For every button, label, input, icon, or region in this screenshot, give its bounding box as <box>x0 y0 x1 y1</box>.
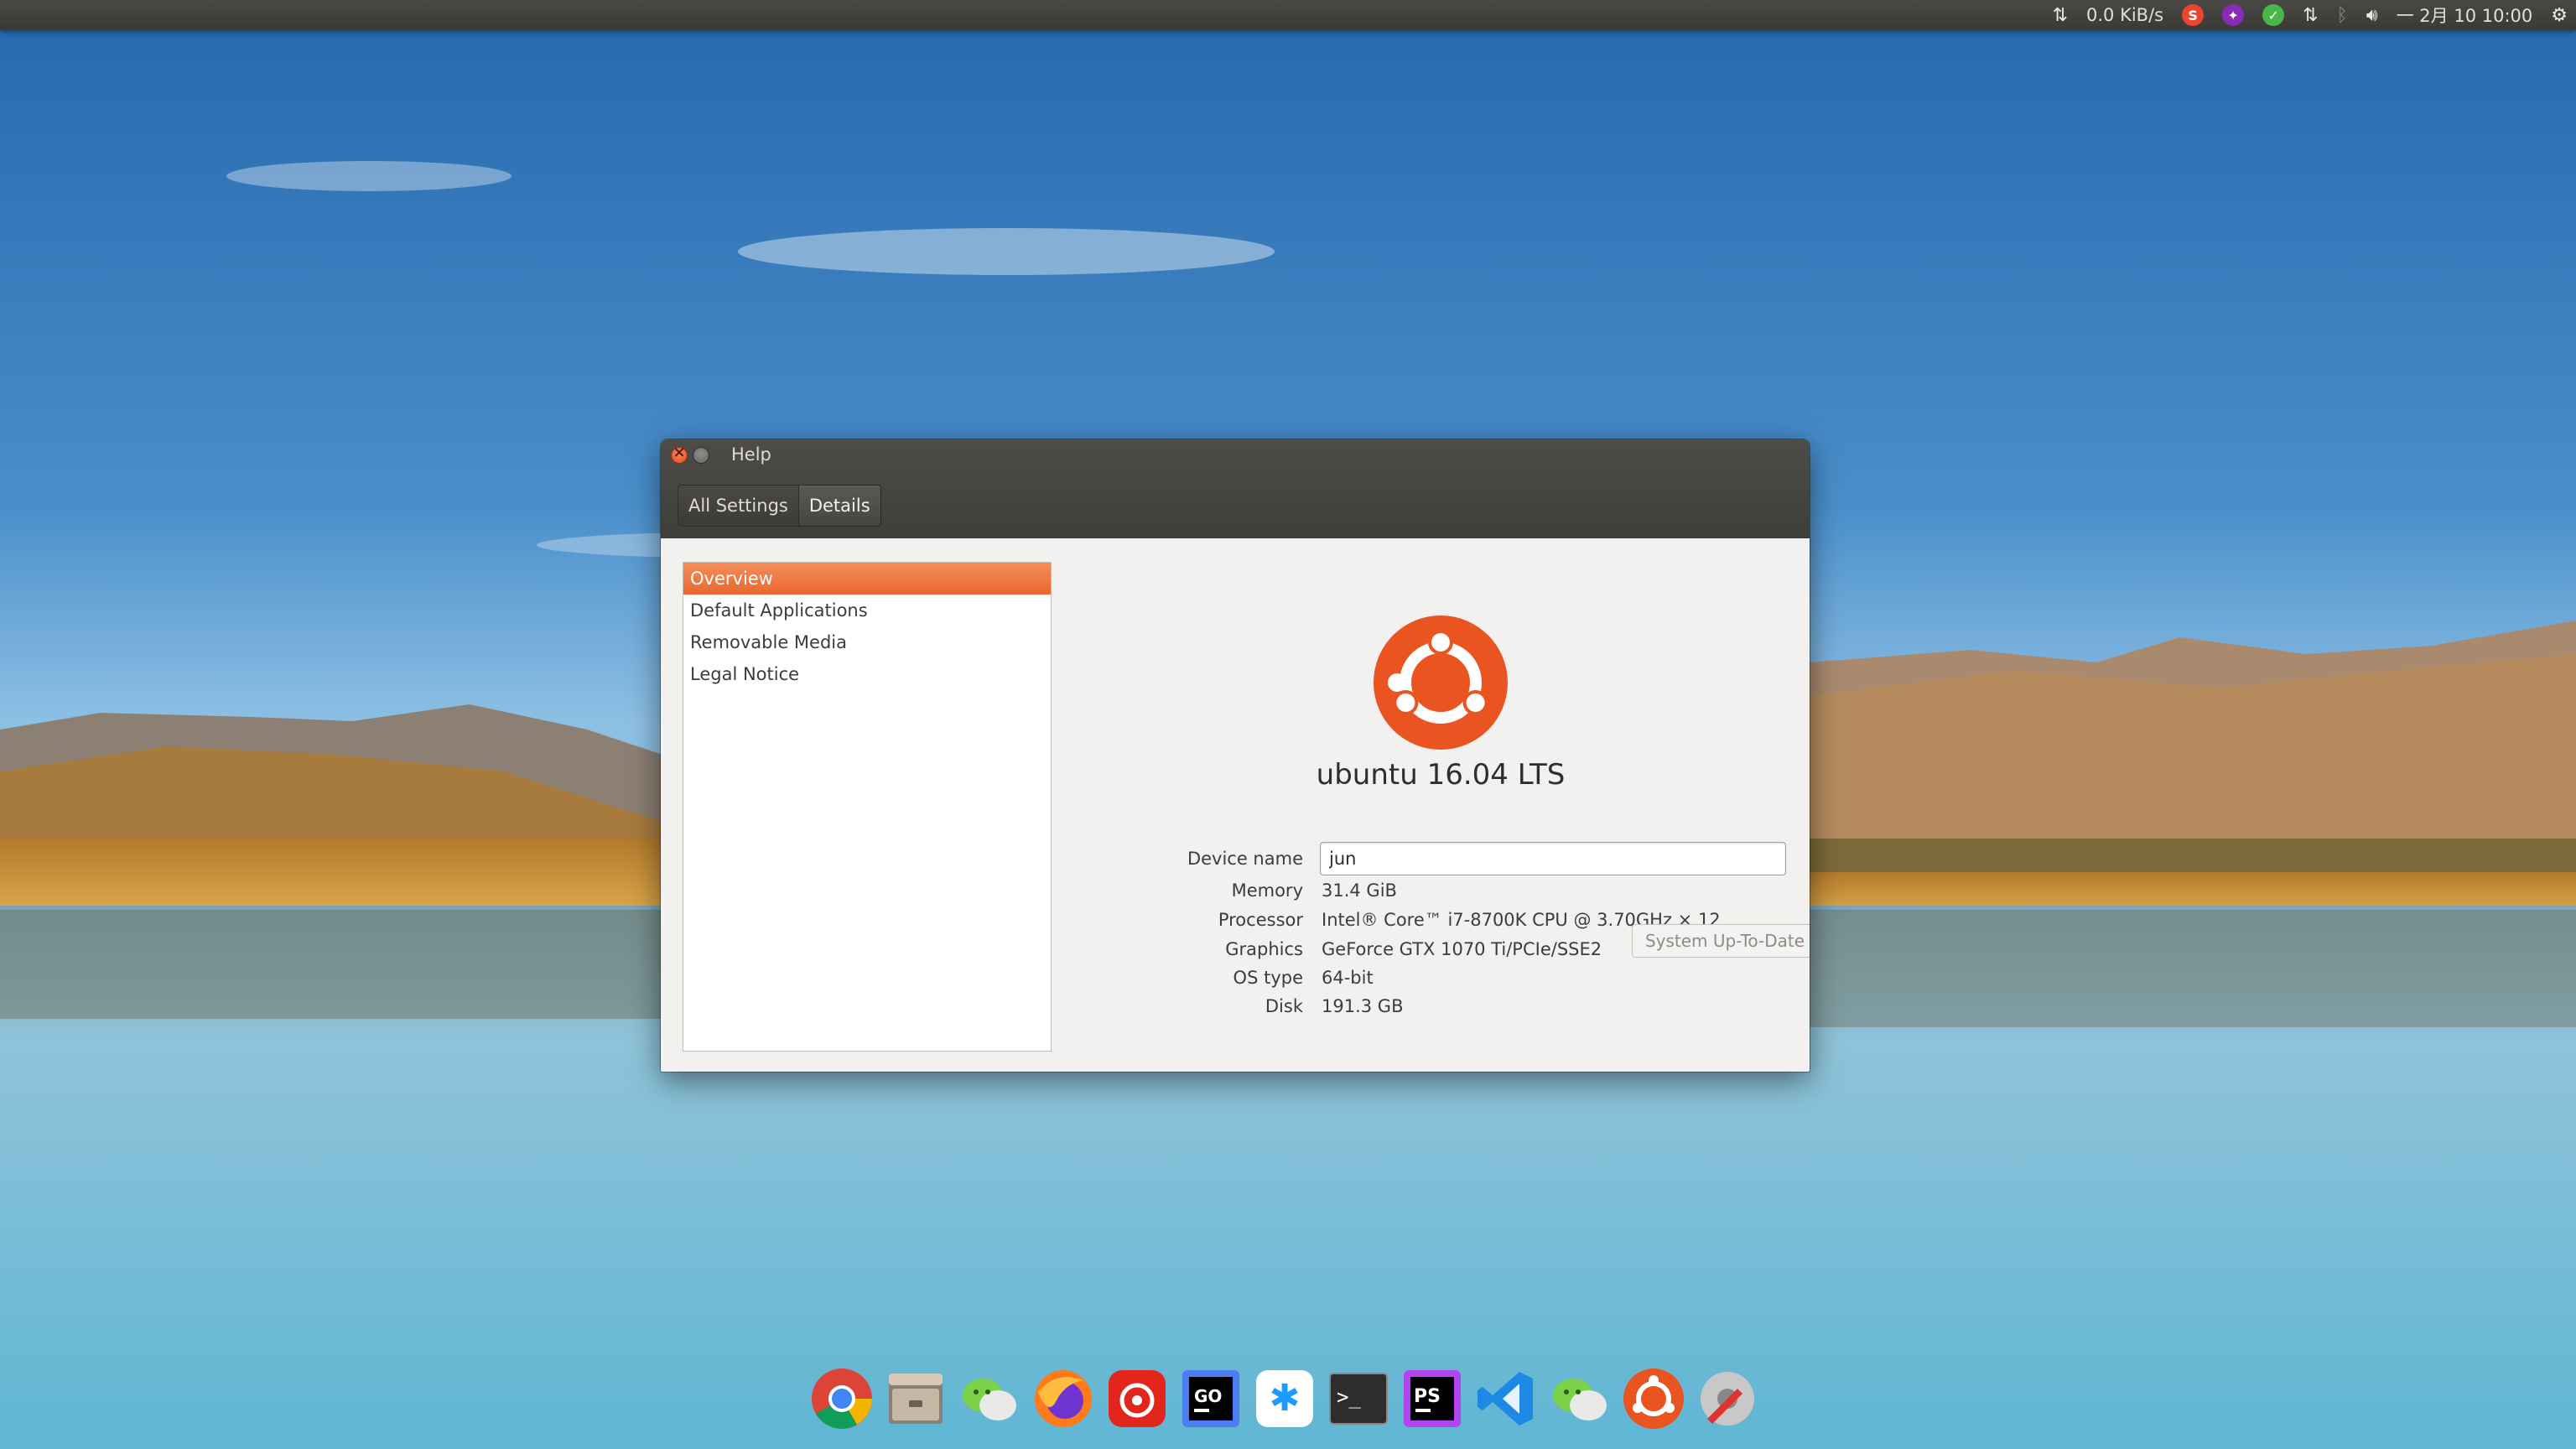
system-tray: ⇅ 0.0 KiB/s S ✦ ✓ ⇅ ᛒ 🔊︎ 一 2月 10 10:00 ⚙ <box>2053 0 2576 30</box>
os-type-row: OS type 64-bit <box>1055 968 1810 996</box>
details-window: Help All Settings Details Overview Defau… <box>661 439 1810 1072</box>
network-speed-label[interactable]: 0.0 KiB/s <box>2086 0 2163 30</box>
graphics-label: Graphics <box>1225 939 1303 959</box>
svg-text:>_: >_ <box>1337 1385 1361 1409</box>
disk-value: 191.3 GB <box>1322 996 1404 1016</box>
window-title: Help <box>731 444 771 465</box>
memory-value: 31.4 GiB <box>1322 880 1397 901</box>
os-type-value: 64-bit <box>1322 968 1374 988</box>
ubuntu-software-icon[interactable] <box>1620 1365 1687 1432</box>
files-icon[interactable] <box>882 1365 949 1432</box>
system-tools-icon[interactable] <box>1694 1365 1761 1432</box>
device-name-label: Device name <box>1187 849 1303 869</box>
disk-label: Disk <box>1265 996 1303 1016</box>
firefox-icon[interactable] <box>1030 1365 1097 1432</box>
details-sidebar: Overview Default Applications Removable … <box>683 562 1052 1052</box>
sidebar-item-legal-notice[interactable]: Legal Notice <box>683 658 1051 690</box>
wechat-icon[interactable] <box>1546 1365 1613 1432</box>
memory-label: Memory <box>1231 880 1303 901</box>
graphics-value: GeForce GTX 1070 Ti/PCIe/SSE2 <box>1322 939 1602 959</box>
overview-panel: ubuntu 16.04 LTS Device name Memory 31.4… <box>1055 538 1810 1072</box>
updown-arrows-icon[interactable]: ⇅ <box>2303 0 2318 30</box>
device-name-row: Device name <box>1055 842 1810 877</box>
close-window-button[interactable] <box>671 444 688 464</box>
volume-icon[interactable]: 🔊︎ <box>2366 0 2378 30</box>
minimize-window-button[interactable] <box>693 447 709 464</box>
disk-row: Disk 191.3 GB <box>1055 996 1810 1025</box>
sogou-input-icon[interactable]: S <box>2182 0 2205 30</box>
breadcrumb: All Settings Details <box>678 485 881 527</box>
device-name-field[interactable] <box>1320 842 1786 875</box>
datetime-label[interactable]: 一 2月 10 10:00 <box>2397 0 2533 30</box>
sidebar-item-overview[interactable]: Overview <box>683 563 1051 595</box>
svg-text:✱: ✱ <box>1270 1377 1301 1420</box>
goland-icon[interactable]: GO <box>1177 1365 1244 1432</box>
os-type-label: OS type <box>1233 968 1303 988</box>
memory-row: Memory 31.4 GiB <box>1055 880 1810 909</box>
details-button[interactable]: Details <box>798 485 881 527</box>
wechat-icon[interactable] <box>956 1365 1023 1432</box>
bluetooth-icon[interactable]: ᛒ <box>2337 0 2348 30</box>
system-up-to-date-button[interactable]: System Up-To-Date <box>1632 924 1810 958</box>
chrome-icon[interactable] <box>808 1365 875 1432</box>
os-name-label: ubuntu 16.04 LTS <box>1316 758 1566 792</box>
window-titlebar: Help All Settings Details <box>661 439 1810 538</box>
processor-label: Processor <box>1218 910 1303 930</box>
xmind-icon[interactable]: ✱ <box>1251 1365 1318 1432</box>
sidebar-item-removable-media[interactable]: Removable Media <box>683 626 1051 658</box>
green-check-icon[interactable]: ✓ <box>2262 0 2285 30</box>
all-settings-button[interactable]: All Settings <box>678 485 799 527</box>
settings-gear-icon[interactable]: ⚙ <box>2551 0 2568 30</box>
sidebar-item-default-applications[interactable]: Default Applications <box>683 595 1051 626</box>
top-panel: ⇅ 0.0 KiB/s S ✦ ✓ ⇅ ᛒ 🔊︎ 一 2月 10 10:00 ⚙ <box>0 0 2576 30</box>
svg-text:PS: PS <box>1414 1386 1441 1407</box>
vscode-icon[interactable] <box>1472 1365 1540 1432</box>
terminal-icon[interactable]: >_ <box>1325 1365 1392 1432</box>
svg-text:GO: GO <box>1194 1386 1222 1406</box>
network-transfer-icon[interactable]: ⇅ <box>2053 0 2068 30</box>
ubuntu-logo-icon <box>1374 615 1508 750</box>
phpstorm-icon[interactable]: PS <box>1399 1365 1466 1432</box>
application-dock: GO ✱ >_ PS <box>0 1365 2576 1449</box>
netease-music-icon[interactable] <box>1104 1365 1171 1432</box>
weather-flame-icon[interactable]: ✦ <box>2222 0 2245 30</box>
